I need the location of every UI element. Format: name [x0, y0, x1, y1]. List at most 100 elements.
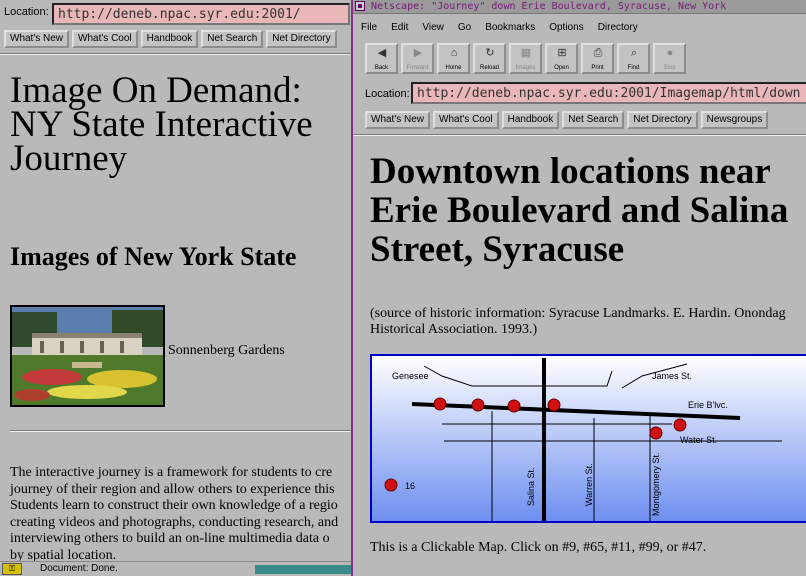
toolbar-button-label: Stop: [663, 65, 676, 71]
whats-new-button[interactable]: What's New: [365, 111, 431, 129]
progress-bar: [255, 565, 352, 574]
citation-line: Historical Association. 1993.): [370, 322, 538, 337]
images-button[interactable]: ▦ Images: [509, 43, 542, 74]
reload-icon: ↻: [485, 47, 495, 59]
net-directory-button[interactable]: Net Directory: [627, 111, 698, 129]
security-key-icon: ⚿: [2, 563, 22, 575]
street-label-erie: Erie B'lvc.: [688, 400, 728, 410]
journey-description: The interactive journey is a framework f…: [10, 465, 352, 564]
menu-file[interactable]: File: [361, 18, 377, 38]
toolbar-button-label: Back: [374, 65, 389, 71]
home-icon: ⌂: [450, 47, 458, 59]
find-button[interactable]: ⌕ Find: [617, 43, 650, 74]
menu-bookmarks[interactable]: Bookmarks: [485, 18, 535, 38]
front-title-line: Erie Boulevard and Salina: [370, 190, 789, 231]
menu-view[interactable]: View: [422, 18, 444, 38]
toolbar-button-label: Print: [591, 65, 604, 71]
home-button[interactable]: ⌂ Home: [437, 43, 470, 74]
back-button[interactable]: ◀ Back: [365, 43, 398, 74]
back-browser-window: Location: http://deneb.npac.syr.edu:2001…: [0, 0, 352, 576]
citation-line: (source of historic information: Syracus…: [370, 306, 786, 321]
front-url-field[interactable]: http://deneb.npac.syr.edu:2001/Imagemap/…: [411, 82, 806, 104]
toolbar-button-label: Find: [627, 65, 640, 71]
handbook-button[interactable]: Handbook: [501, 111, 560, 129]
paragraph-line: journey of their region and allow others…: [10, 481, 335, 497]
menu-directory[interactable]: Directory: [598, 18, 638, 38]
map-graphic: Genesee James St. Erie B'lvc. Water St. …: [372, 356, 806, 521]
menu-bar: File Edit View Go Bookmarks Options Dire…: [353, 18, 806, 38]
window-title: Netscape: "Journey" down Erie Boulevard,…: [371, 1, 727, 12]
back-directory-buttons: What's New What's Cool Handbook Net Sear…: [4, 30, 337, 48]
back-url-field[interactable]: http://deneb.npac.syr.edu:2001/: [52, 3, 350, 25]
front-location-label: Location:: [365, 88, 410, 100]
source-citation: (source of historic information: Syracus…: [370, 306, 786, 338]
front-title-line: Street, Syracuse: [370, 229, 625, 270]
street-label-james: James St.: [652, 371, 692, 381]
whats-cool-button[interactable]: What's Cool: [433, 111, 499, 129]
window-title-bar[interactable]: Netscape: "Journey" down Erie Boulevard,…: [353, 0, 806, 14]
toolbar-button-label: Reload: [479, 65, 499, 71]
print-button[interactable]: ⎙ Print: [581, 43, 614, 74]
toolbar-button-label: Open: [554, 65, 569, 71]
back-title-line: Image On Demand:: [10, 70, 302, 111]
street-label-montgomery: Montgomery St.: [651, 452, 661, 516]
map-location-marker[interactable]: [384, 478, 398, 492]
paragraph-line: The interactive journey is a framework f…: [10, 465, 333, 480]
front-directory-buttons: What's New What's Cool Handbook Net Sear…: [365, 111, 769, 129]
back-title-line: NY State Interactive: [10, 104, 313, 145]
find-icon: ⌕: [630, 47, 638, 59]
back-whats-new-button[interactable]: What's New: [4, 30, 70, 48]
newsgroups-button[interactable]: Newsgroups: [700, 111, 769, 129]
map-location-marker[interactable]: [673, 418, 687, 432]
photo-caption: Sonnenberg Gardens: [168, 343, 285, 358]
menu-options[interactable]: Options: [549, 18, 583, 38]
front-page-content: Downtown locations near Erie Boulevard a…: [370, 152, 806, 269]
back-title-line: Journey: [10, 138, 128, 179]
window-menu-icon[interactable]: [355, 1, 365, 11]
map-location-marker[interactable]: [471, 398, 485, 412]
sonnenberg-gardens-photo[interactable]: [10, 305, 165, 407]
menu-edit[interactable]: Edit: [391, 18, 408, 38]
back-handbook-button[interactable]: Handbook: [140, 30, 199, 48]
back-page-title: Image On Demand: NY State Interactive Jo…: [10, 70, 352, 179]
back-status-bar: ⚿ Document: Done.: [0, 561, 352, 576]
menu-go[interactable]: Go: [458, 18, 471, 38]
map-location-marker[interactable]: [507, 399, 521, 413]
open-icon: ⊞: [557, 47, 567, 59]
map-location-marker[interactable]: [433, 397, 447, 411]
paragraph-line: creating videos and photographs, conduct…: [10, 514, 339, 530]
back-whats-cool-button[interactable]: What's Cool: [72, 30, 138, 48]
marker-label: 16: [405, 481, 415, 491]
back-content-divider: [10, 430, 352, 432]
front-toolbar-divider: [353, 134, 806, 136]
back-location-bar: Location: http://deneb.npac.syr.edu:2001…: [0, 0, 352, 27]
back-page-content: Image On Demand: NY State Interactive Jo…: [10, 70, 352, 271]
navigation-toolbar: ◀ Back ▶ Forward ⌂ Home ↻ Reload ▦ Images ⊞ Open ⎙ Pr…: [365, 43, 686, 74]
map-location-marker[interactable]: [649, 426, 663, 440]
back-page-subtitle: Images of New York State: [10, 242, 297, 271]
front-browser-window: Netscape: "Journey" down Erie Boulevard,…: [351, 0, 806, 576]
back-net-search-button[interactable]: Net Search: [201, 30, 264, 48]
back-net-directory-button[interactable]: Net Directory: [266, 30, 337, 48]
open-button[interactable]: ⊞ Open: [545, 43, 578, 74]
street-label-warren: Warren St.: [584, 463, 594, 506]
forward-button[interactable]: ▶ Forward: [401, 43, 434, 74]
print-icon: ⎙: [593, 47, 603, 59]
paragraph-line: Students learn to construct their own kn…: [10, 498, 338, 513]
toolbar-button-label: Images: [515, 65, 536, 71]
net-search-button[interactable]: Net Search: [562, 111, 625, 129]
map-instructions: This is a Clickable Map. Click on #9, #6…: [370, 540, 707, 555]
clickable-downtown-map[interactable]: Genesee James St. Erie B'lvc. Water St. …: [370, 354, 806, 523]
status-message: Document: Done.: [40, 563, 118, 574]
stop-button[interactable]: ● Stop: [653, 43, 686, 74]
images-icon: ▦: [520, 47, 532, 59]
reload-button[interactable]: ↻ Reload: [473, 43, 506, 74]
map-location-marker[interactable]: [547, 398, 561, 412]
back-toolbar-divider: [0, 53, 352, 55]
forward-arrow-icon: ▶: [413, 47, 423, 59]
toolbar-button-label: Home: [445, 65, 462, 71]
street-label-salina: Salina St.: [526, 467, 536, 506]
street-label-water: Water St.: [680, 435, 717, 445]
toolbar-button-label: Forward: [406, 65, 429, 71]
front-title-line: Downtown locations near: [370, 151, 771, 192]
